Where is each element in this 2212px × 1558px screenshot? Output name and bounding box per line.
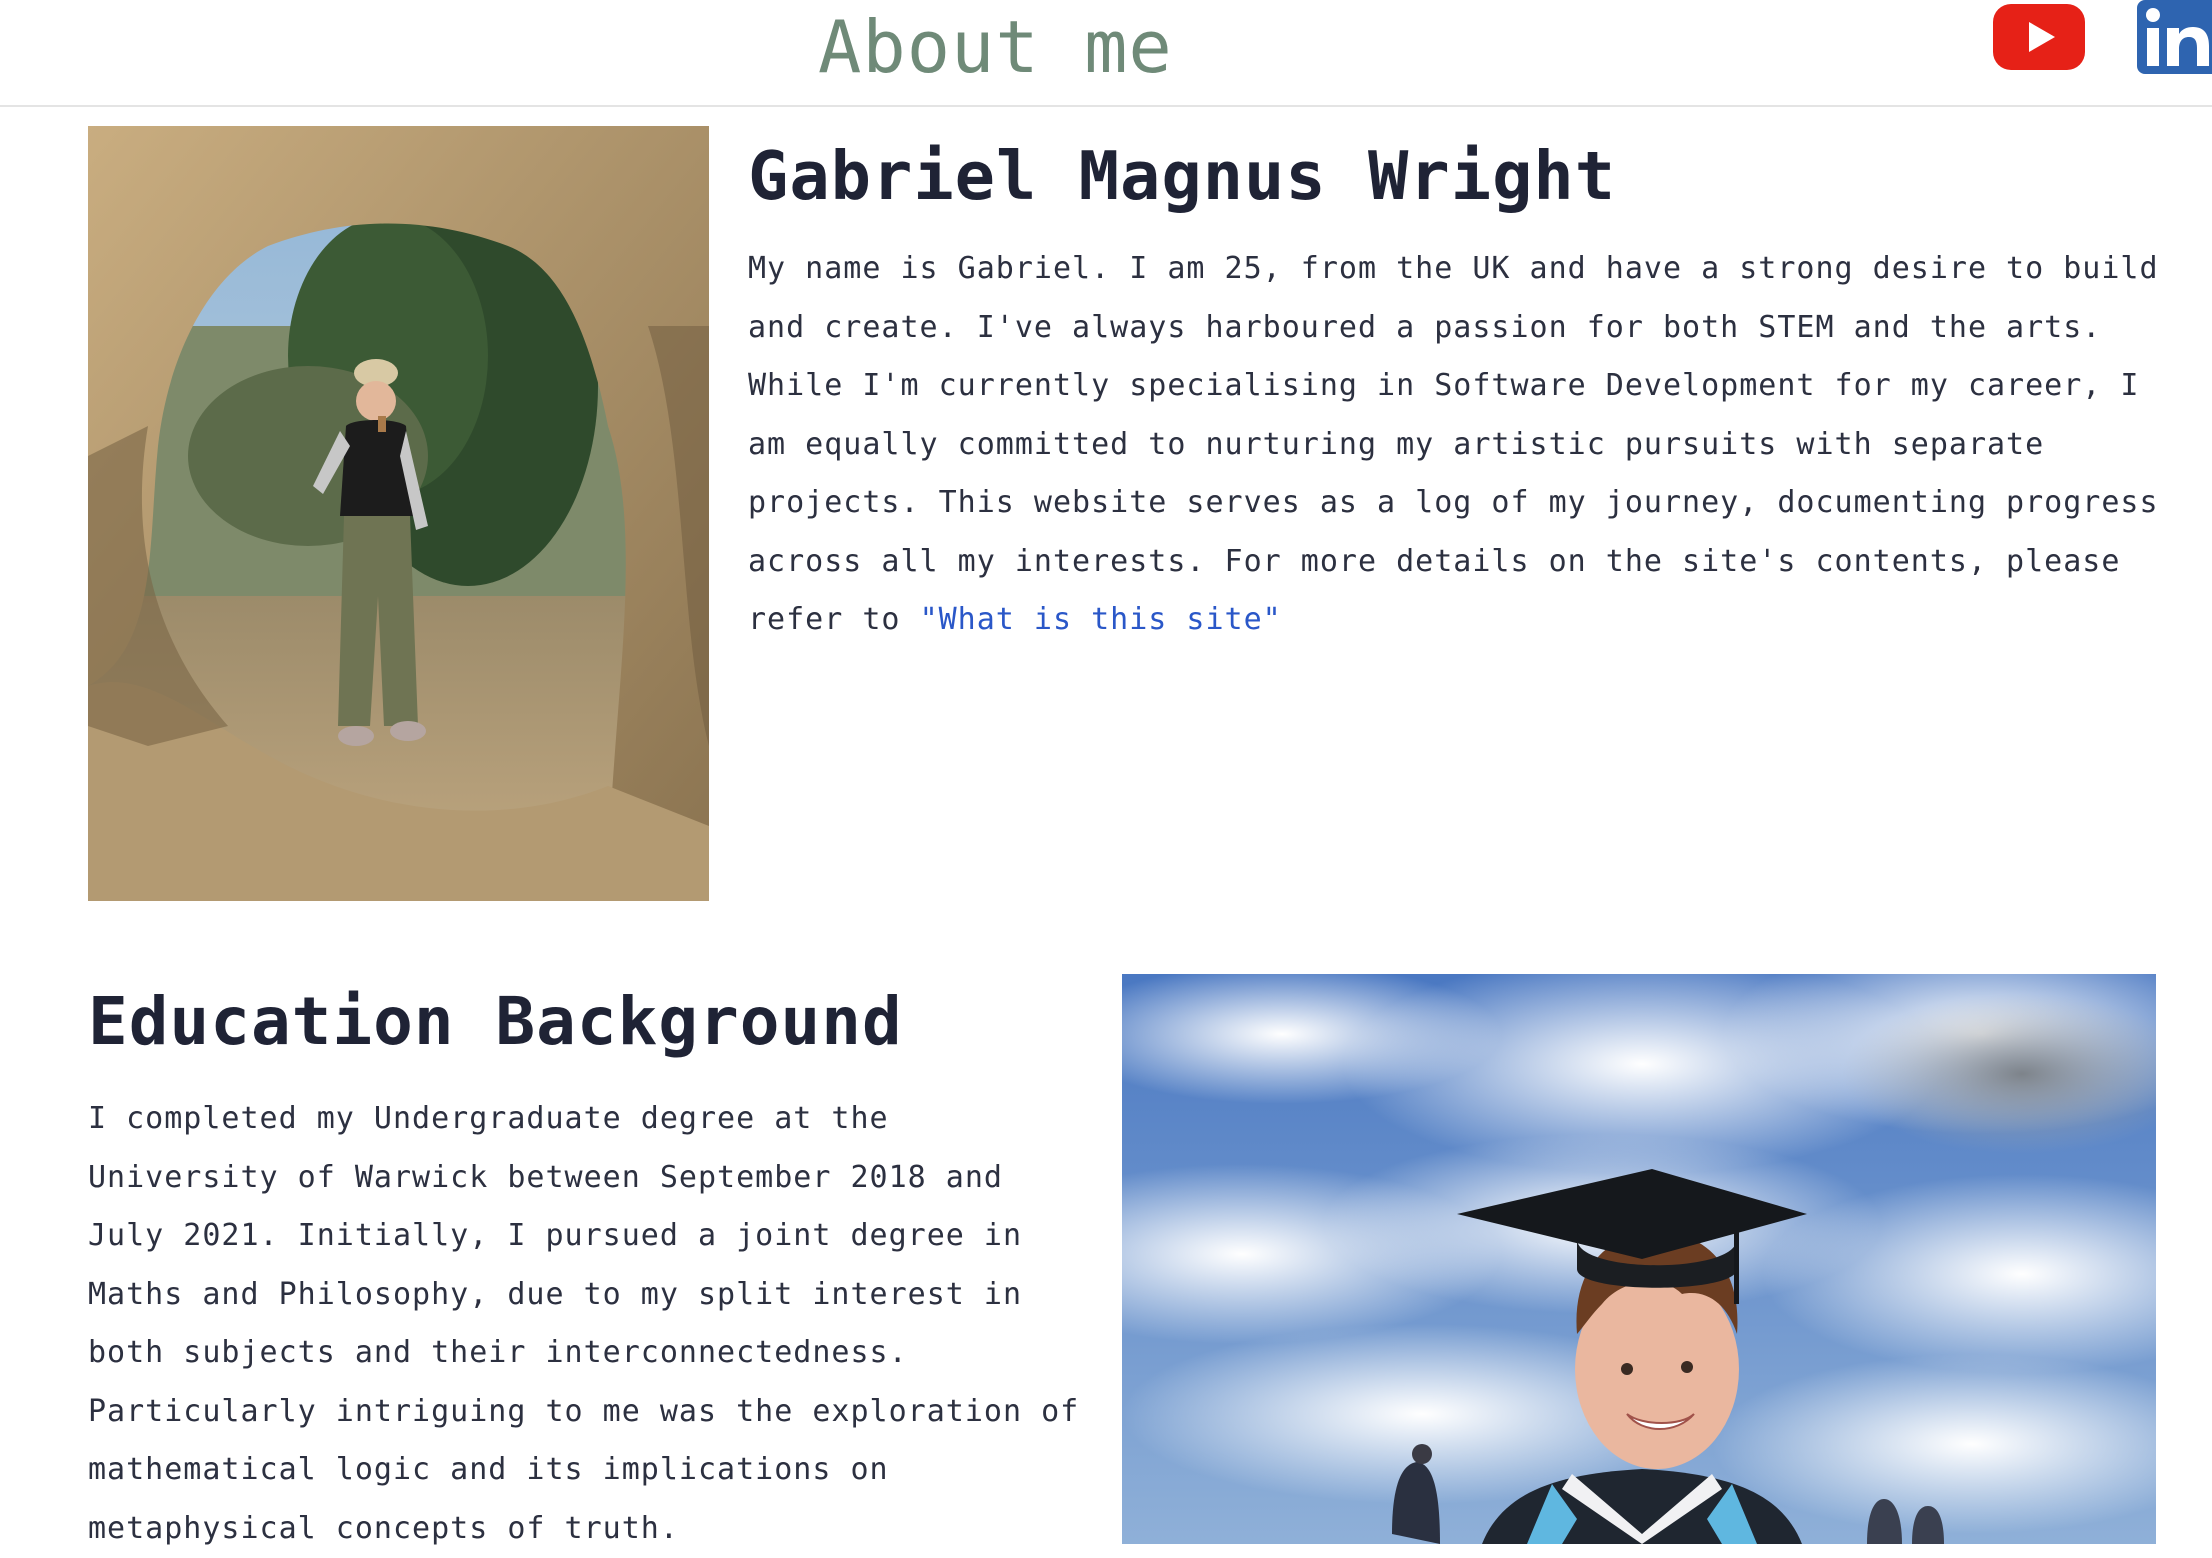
top-header: About me (0, 0, 2212, 107)
what-is-this-site-link[interactable]: "What is this site" (920, 602, 1282, 637)
bio-paragraph: My name is Gabriel. I am 25, from the UK… (748, 240, 2168, 650)
cave-arch-photo-image (88, 126, 709, 901)
education-heading: Education Background (88, 983, 903, 1060)
graduation-photo-image (1122, 974, 2156, 1544)
profile-photo (88, 126, 709, 901)
name-heading: Gabriel Magnus Wright (748, 137, 1617, 215)
linkedin-link[interactable] (2137, 0, 2212, 74)
page-title: About me (818, 5, 1173, 89)
linkedin-icon (2137, 0, 2212, 74)
graduation-photo (1122, 974, 2156, 1544)
youtube-link[interactable] (1993, 4, 2085, 70)
youtube-icon (1993, 4, 2085, 70)
education-paragraph: I completed my Undergraduate degree at t… (88, 1101, 1080, 1546)
bio-text: My name is Gabriel. I am 25, from the UK… (748, 251, 2159, 637)
